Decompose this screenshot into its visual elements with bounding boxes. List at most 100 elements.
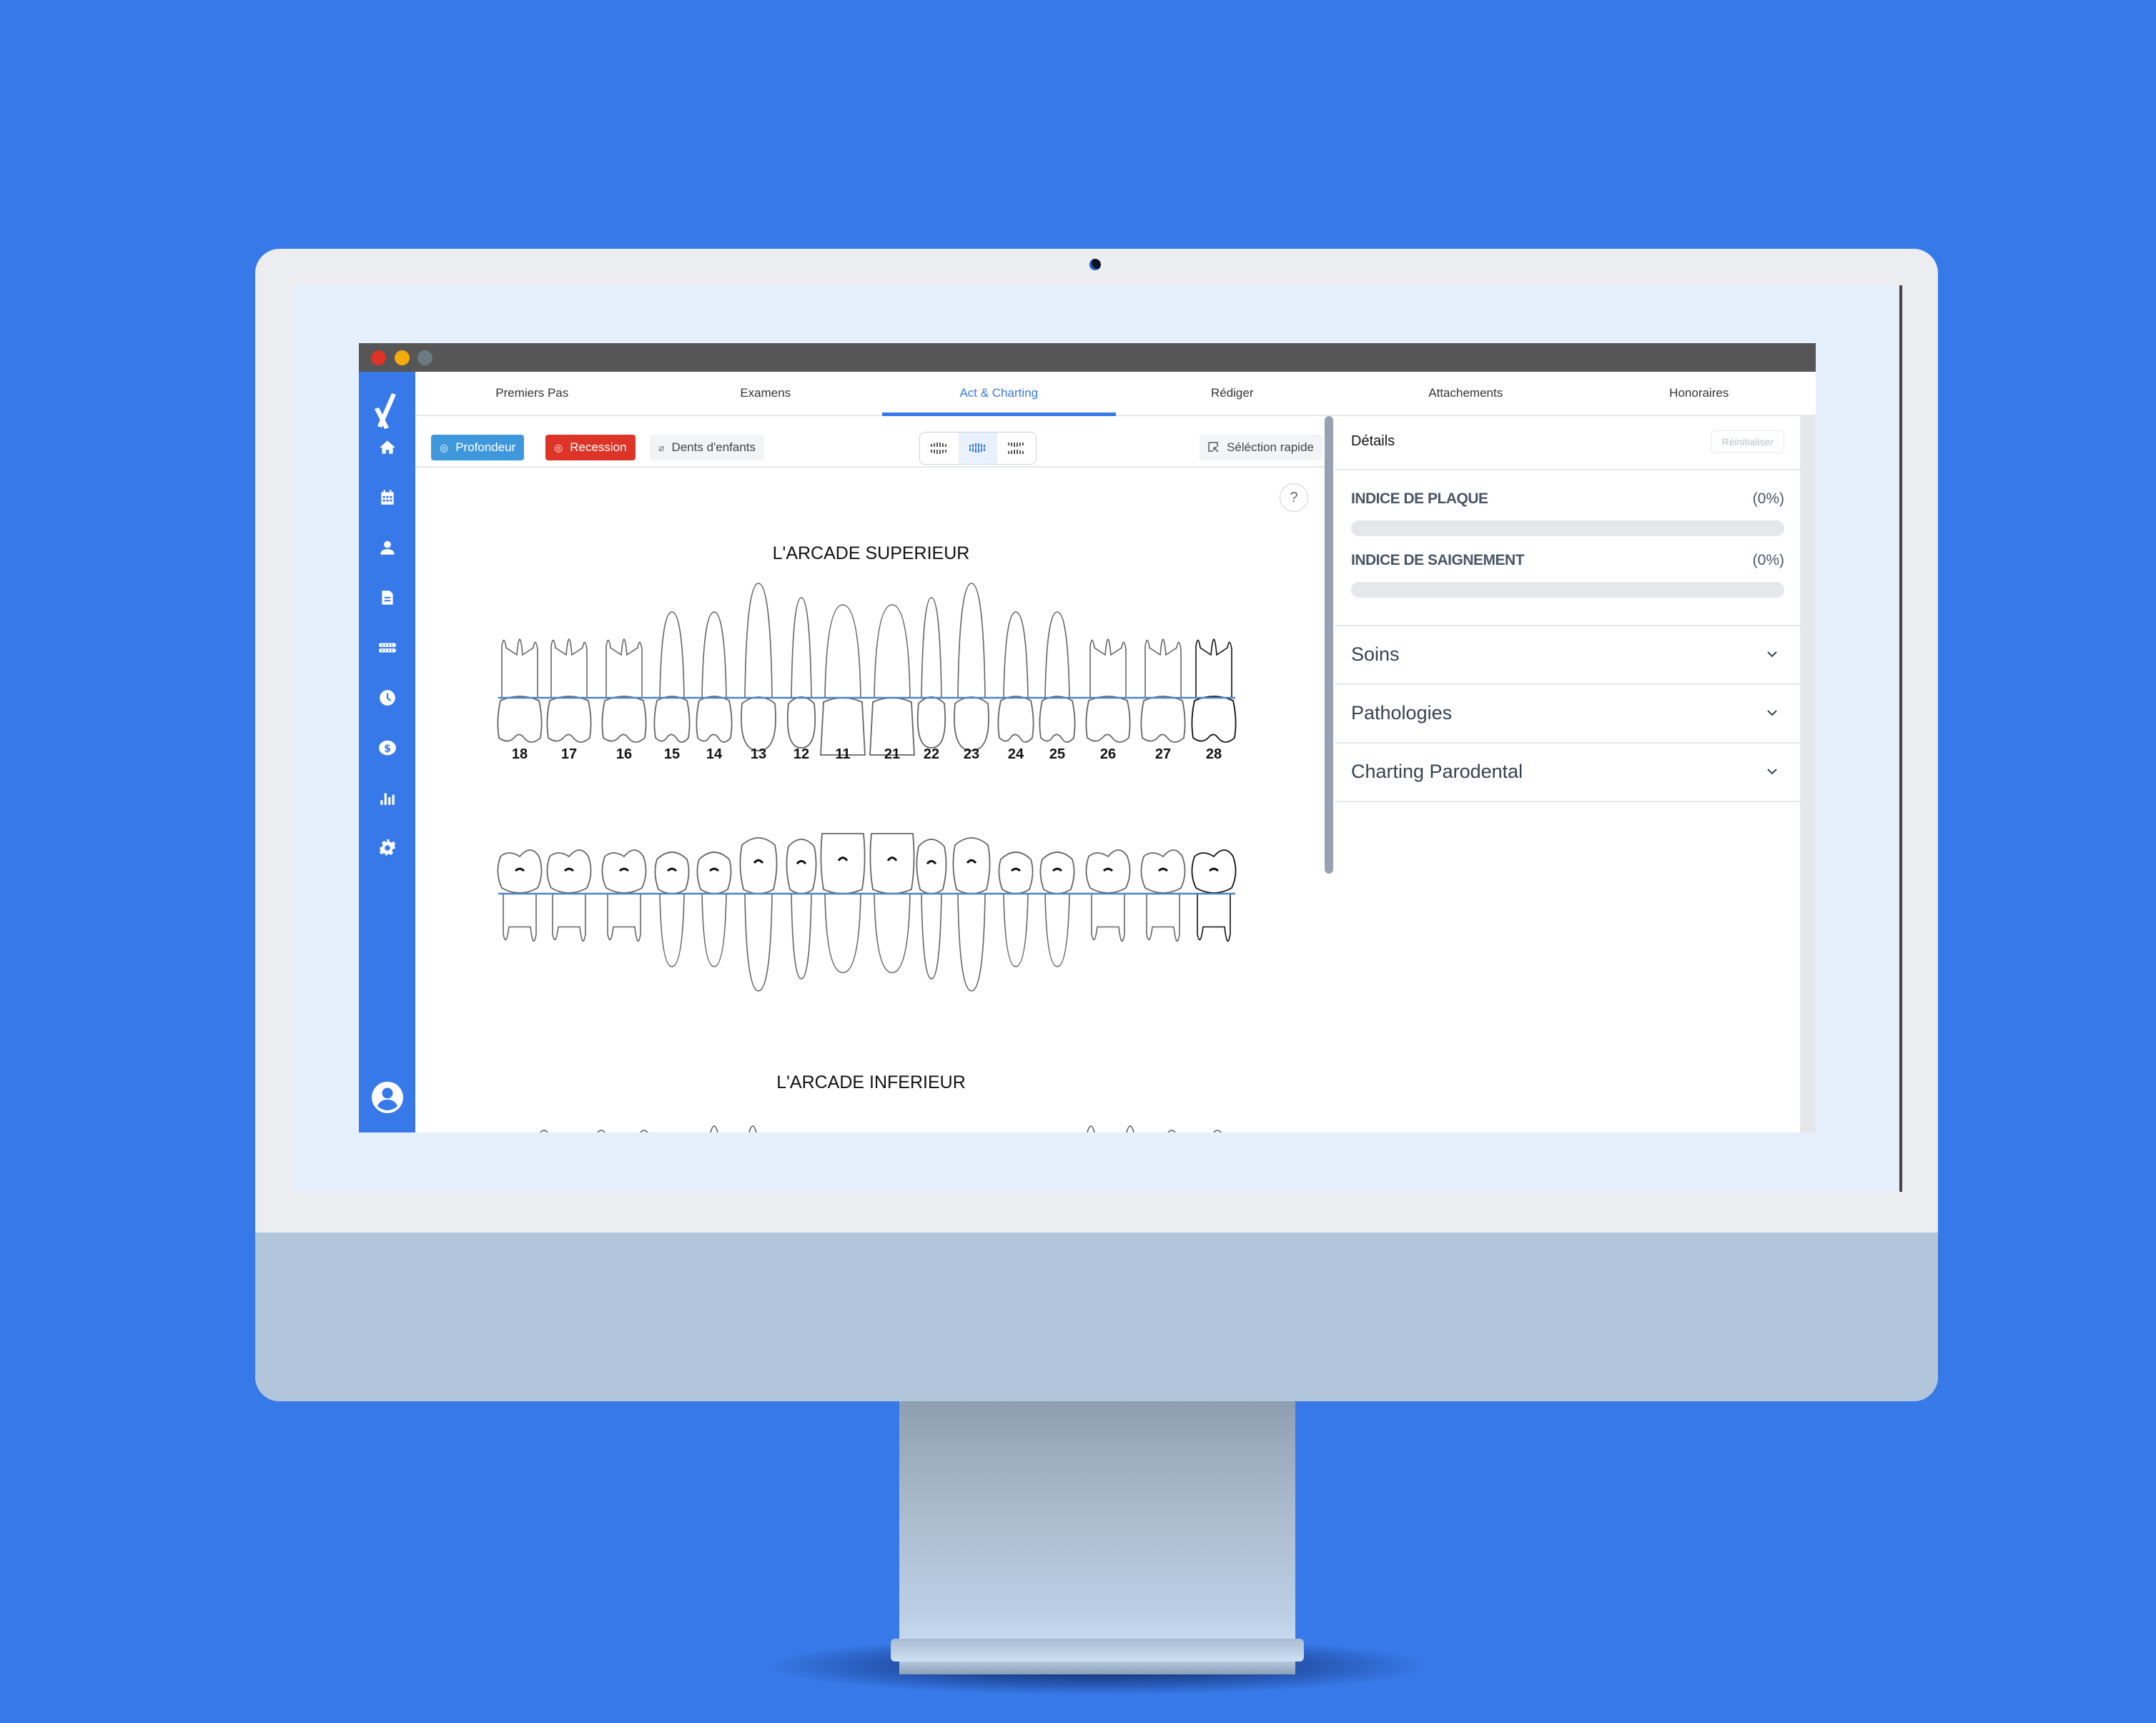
- svg-text:$: $: [384, 743, 391, 754]
- tooth-crown: [916, 839, 947, 894]
- tooth-root: [550, 638, 588, 698]
- recession-label: Recession: [570, 440, 627, 454]
- view-arches-inverted-button[interactable]: [997, 433, 1036, 464]
- bar-chart-icon: [380, 793, 395, 805]
- chevron-down-icon: [1767, 710, 1777, 716]
- dents-enfants-toggle[interactable]: ⌀ Dents d'enfants: [650, 435, 765, 460]
- tooth-27[interactable]: [1140, 638, 1186, 743]
- close-window-button[interactable]: [371, 350, 386, 365]
- tooth-number: 21: [884, 746, 901, 762]
- tooth-root: [1089, 638, 1127, 698]
- tooth-crown: [869, 833, 915, 894]
- accordion-soins[interactable]: Soins: [1335, 626, 1800, 685]
- tooth-number: 24: [1007, 746, 1024, 762]
- tooth-28[interactable]: [1191, 638, 1237, 743]
- tooth-crown: [739, 837, 778, 894]
- tooth-17[interactable]: [546, 638, 592, 743]
- tooth-26[interactable]: [1085, 638, 1131, 743]
- tooth-root: [1003, 611, 1029, 698]
- tooth-root: [552, 894, 586, 942]
- accordion-pathologies[interactable]: Pathologies: [1335, 685, 1800, 744]
- tooth-15-occlusal[interactable]: [654, 851, 690, 967]
- tooth-21-occlusal[interactable]: [869, 833, 915, 974]
- sidebar-item-history[interactable]: [376, 686, 399, 709]
- tooth-crown: [546, 849, 592, 894]
- tooth-23-occlusal[interactable]: [952, 837, 991, 992]
- tooth-26-occlusal[interactable]: [1085, 849, 1131, 942]
- tab-rediger[interactable]: Rédiger: [1116, 372, 1350, 415]
- minimize-window-button[interactable]: [395, 350, 410, 365]
- tooth-13[interactable]: [741, 583, 776, 751]
- tooth-21[interactable]: [869, 604, 915, 756]
- tooth-14-occlusal[interactable]: [696, 851, 732, 967]
- tooth-crown: [1085, 696, 1131, 743]
- tooth-crown: [786, 839, 817, 894]
- tooth-23[interactable]: [954, 583, 989, 751]
- both-arches-closed-icon: [969, 443, 985, 453]
- chevron-down-icon: [1767, 769, 1777, 775]
- tab-examens[interactable]: Examens: [649, 372, 883, 415]
- tooth-17-occlusal[interactable]: [546, 849, 592, 942]
- tab-act-charting[interactable]: Act & Charting: [882, 372, 1116, 416]
- tooth-14[interactable]: [696, 611, 733, 743]
- reset-button[interactable]: Réinitialiser: [1711, 430, 1784, 453]
- sidebar-item-charting[interactable]: [376, 636, 399, 659]
- tooth-18-occlusal[interactable]: [497, 849, 543, 942]
- tooth-16[interactable]: [601, 638, 647, 743]
- tab-premiers-pas[interactable]: Premiers Pas: [415, 372, 649, 415]
- tooth-22[interactable]: [916, 597, 946, 749]
- profondeur-label: Profondeur: [455, 440, 516, 454]
- sidebar-item-statistics[interactable]: [376, 786, 399, 809]
- tooth-root: [605, 638, 643, 698]
- maximize-window-button[interactable]: [417, 350, 432, 365]
- sidebar-item-documents[interactable]: [376, 586, 399, 609]
- tooth-root: [744, 893, 773, 992]
- chart-scrollbar[interactable]: [1325, 416, 1333, 874]
- sidebar-item-home[interactable]: [376, 436, 399, 459]
- sidebar-item-settings[interactable]: [376, 836, 399, 859]
- tooth-18[interactable]: [497, 638, 543, 743]
- check-x-logo-icon[interactable]: [370, 389, 402, 429]
- tooth-12-occlusal[interactable]: [786, 839, 817, 979]
- lower-arch-tooth-tip: [1167, 1130, 1176, 1132]
- tooth-crown: [601, 696, 647, 743]
- tooth-number: 16: [615, 746, 633, 762]
- sidebar-item-payments[interactable]: $: [376, 736, 399, 759]
- accordion-label: Charting Parodental: [1351, 761, 1523, 782]
- tooth-number: 14: [706, 746, 723, 762]
- lower-arch-tooth-tip: [748, 1125, 757, 1132]
- tooth-11-occlusal[interactable]: [820, 833, 866, 974]
- tooth-22-occlusal[interactable]: [916, 839, 947, 979]
- tooth-24[interactable]: [997, 611, 1034, 743]
- tooth-root: [501, 638, 538, 698]
- sidebar-item-patients[interactable]: [376, 536, 399, 559]
- view-arches-apart-button[interactable]: [920, 433, 959, 464]
- view-arches-closed-button[interactable]: [959, 433, 997, 464]
- sidebar-item-calendar[interactable]: [376, 486, 399, 509]
- profondeur-toggle[interactable]: ◎ Profondeur: [431, 435, 525, 460]
- tooth-13-occlusal[interactable]: [739, 837, 778, 992]
- tooth-number: 25: [1049, 746, 1066, 762]
- quick-select-label: Séléction rapide: [1227, 440, 1314, 454]
- tooth-root: [1197, 894, 1231, 942]
- recession-toggle[interactable]: ◎ Recession: [545, 435, 636, 460]
- tooth-24-occlusal[interactable]: [998, 851, 1034, 967]
- account-circle-icon[interactable]: [371, 1081, 404, 1114]
- tooth-27-occlusal[interactable]: [1140, 849, 1186, 942]
- app-window: $ Premiers Pas Examens Act & Charting Ré…: [359, 343, 1816, 1132]
- camera-icon: [1089, 259, 1101, 270]
- accordion-charting-parodental[interactable]: Charting Parodental: [1335, 744, 1800, 802]
- tooth-28-occlusal[interactable]: [1191, 849, 1237, 942]
- quick-select-button[interactable]: Séléction rapide: [1200, 435, 1322, 460]
- details-scrollbar[interactable]: [1800, 416, 1816, 1132]
- tooth-25[interactable]: [1039, 611, 1076, 743]
- tooth-16-occlusal[interactable]: [601, 849, 647, 942]
- tab-honoraires[interactable]: Honoraires: [1583, 372, 1816, 415]
- tooth-25-occlusal[interactable]: [1039, 851, 1075, 967]
- lower-arch-tooth-tip: [540, 1130, 548, 1132]
- tooth-12[interactable]: [786, 597, 816, 749]
- tooth-11[interactable]: [820, 604, 866, 756]
- tooth-15[interactable]: [653, 611, 691, 743]
- tooth-root: [1044, 611, 1070, 698]
- tab-attachements[interactable]: Attachements: [1349, 372, 1583, 415]
